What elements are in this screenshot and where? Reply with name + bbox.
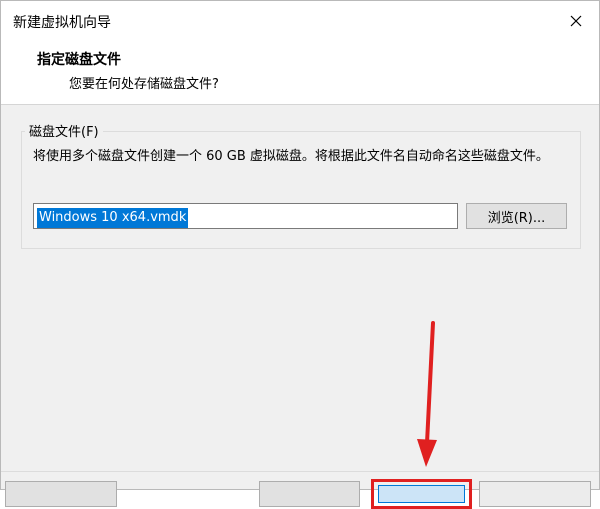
- new-vm-wizard-dialog: 新建虚拟机向导 指定磁盘文件 您要在何处存储磁盘文件? 磁盘文件(F) 将使用多…: [0, 0, 600, 509]
- annotation-arrow-icon: [417, 321, 437, 467]
